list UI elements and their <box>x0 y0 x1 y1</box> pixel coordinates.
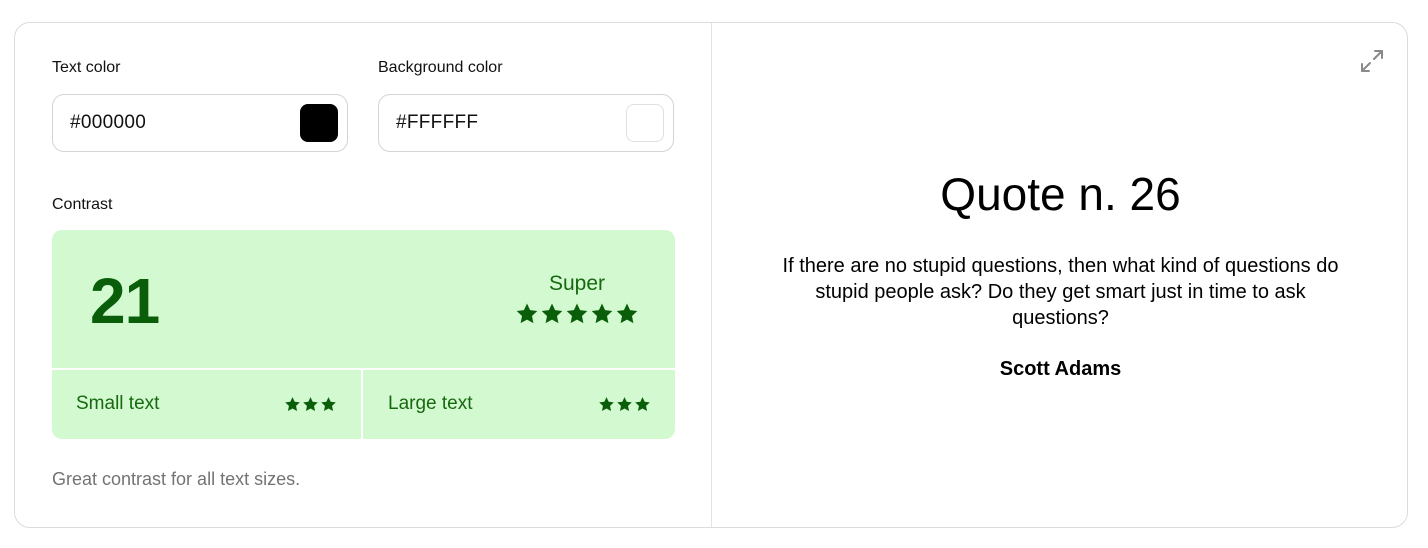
quote-title: Quote n. 26 <box>940 168 1181 220</box>
small-text-label: Small text <box>76 393 160 414</box>
controls-panel: Text color #000000 Background color #FFF… <box>15 23 712 527</box>
background-color-field[interactable]: #FFFFFF <box>378 94 674 152</box>
large-text-rating: Large text <box>363 370 675 439</box>
star-icon <box>635 397 650 411</box>
contrast-note: Great contrast for all text sizes. <box>52 469 301 489</box>
text-color-value[interactable]: #000000 <box>70 112 146 134</box>
large-text-stars <box>598 396 651 413</box>
expand-icon[interactable] <box>1359 48 1385 74</box>
star-icon <box>617 397 632 411</box>
contrast-result-box: 21 Super Small text Large text <box>52 230 675 439</box>
text-color-field[interactable]: #000000 <box>52 94 348 152</box>
star-icon <box>285 397 300 411</box>
small-text-rating: Small text <box>52 370 361 439</box>
star-icon <box>566 303 588 324</box>
star-icon <box>599 397 614 411</box>
preview-panel: Quote n. 26 If there are no stupid quest… <box>712 23 1407 527</box>
contrast-summary: 21 Super <box>52 230 675 368</box>
background-color-value[interactable]: #FFFFFF <box>396 112 478 134</box>
quote-text: If there are no stupid questions, then w… <box>782 255 1339 329</box>
large-text-label: Large text <box>388 393 473 414</box>
contrast-rating: Super <box>548 272 605 295</box>
background-color-label: Background color <box>378 59 503 76</box>
quote-author: Scott Adams <box>999 358 1122 380</box>
small-text-stars <box>284 396 337 413</box>
star-icon <box>541 303 563 324</box>
text-color-swatch[interactable] <box>300 104 338 142</box>
text-color-label: Text color <box>52 59 121 76</box>
star-icon <box>321 397 336 411</box>
contrast-rating-stars <box>515 302 639 326</box>
contrast-label: Contrast <box>52 196 113 213</box>
star-icon <box>591 303 613 324</box>
contrast-ratio: 21 <box>90 265 160 337</box>
contrast-checker-card: Text color #000000 Background color #FFF… <box>14 22 1408 528</box>
star-icon <box>516 303 538 324</box>
star-icon <box>303 397 318 411</box>
background-color-swatch[interactable] <box>626 104 664 142</box>
star-icon <box>616 303 638 324</box>
